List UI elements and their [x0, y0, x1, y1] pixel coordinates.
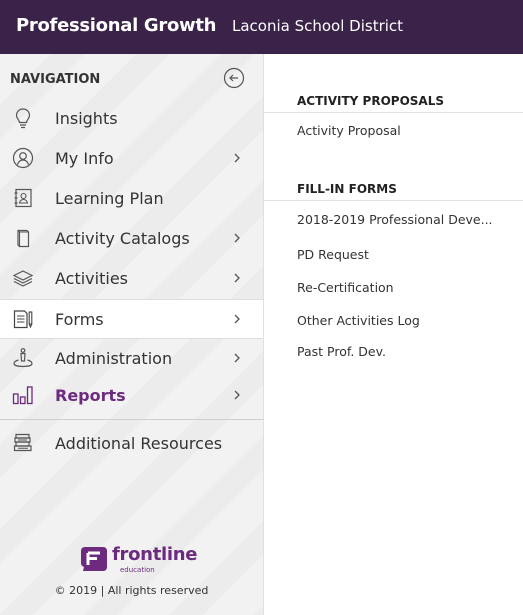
sidebar-item-administration[interactable]: Administration — [0, 339, 263, 379]
chevron-right-icon — [234, 390, 240, 400]
chevron-right-icon — [234, 153, 240, 163]
chevron-right-icon — [234, 314, 240, 324]
sidebar-item-learning-plan[interactable]: Learning Plan — [0, 179, 263, 219]
frontline-logo: frontline education — [80, 544, 197, 580]
sidebar-item-insights[interactable]: Insights — [0, 99, 263, 139]
district-name: Laconia School District — [232, 17, 404, 35]
link-pd-request[interactable]: PD Request — [297, 247, 369, 262]
layers-icon — [12, 270, 34, 287]
link-past-prof-dev[interactable]: Past Prof. Dev. — [297, 344, 386, 359]
sidebar-divider — [0, 419, 263, 420]
bar-chart-icon — [12, 386, 33, 405]
app-title[interactable]: Professional Growth — [16, 15, 217, 36]
sidebar-item-label: Insights — [55, 109, 118, 128]
sidebar-item-label: Reports — [55, 386, 126, 405]
main-panel: ACTIVITY PROPOSALS Activity Proposal FIL… — [264, 54, 523, 615]
collapse-icon[interactable] — [223, 67, 245, 89]
sidebar-item-label: Activity Catalogs — [55, 229, 190, 248]
sidebar-item-activities[interactable]: Activities — [0, 259, 263, 299]
administration-icon — [13, 348, 33, 368]
chevron-right-icon — [234, 273, 240, 283]
section-heading-fill-in-forms: FILL-IN FORMS — [297, 182, 397, 196]
address-book-icon — [14, 188, 32, 208]
sidebar-item-label: Activities — [55, 269, 128, 288]
section-divider — [264, 112, 523, 113]
sidebar-item-label: Forms — [55, 310, 104, 329]
link-professional-development-form[interactable]: 2018-2019 Professional Deve... — [297, 212, 493, 227]
sidebar-item-label: Learning Plan — [55, 189, 164, 208]
sidebar-item-reports[interactable]: Reports — [0, 376, 263, 416]
sidebar-item-forms[interactable]: Forms — [0, 299, 263, 339]
nav-header: NAVIGATION — [10, 72, 101, 87]
top-bar: Professional Growth Laconia School Distr… — [0, 0, 523, 54]
sidebar-item-my-info[interactable]: My Info — [0, 139, 263, 179]
copyright-text: © 2019 | All rights reserved — [54, 584, 209, 597]
sidebar: NAVIGATION Insights My Info Learning Pla… — [0, 54, 264, 615]
logo-text: frontline — [112, 544, 198, 565]
sidebar-item-label: Additional Resources — [55, 434, 223, 453]
sidebar-item-label: Administration — [55, 349, 173, 368]
lightbulb-icon — [15, 108, 31, 129]
section-heading-activity-proposals: ACTIVITY PROPOSALS — [297, 94, 444, 108]
link-other-activities-log[interactable]: Other Activities Log — [297, 313, 420, 328]
frontline-logo-icon — [81, 547, 107, 571]
sidebar-item-label: My Info — [55, 149, 114, 168]
sidebar-item-activity-catalogs[interactable]: Activity Catalogs — [0, 219, 263, 259]
sidebar-item-additional-resources[interactable]: Additional Resources — [0, 424, 263, 464]
link-activity-proposal[interactable]: Activity Proposal — [297, 123, 401, 138]
logo-subtext: education — [120, 566, 155, 574]
form-icon — [13, 310, 33, 329]
chevron-right-icon — [234, 353, 240, 363]
section-divider — [264, 200, 523, 201]
link-re-certification[interactable]: Re-Certification — [297, 280, 394, 295]
catalog-icon — [17, 229, 30, 248]
chevron-right-icon — [234, 233, 240, 243]
books-icon — [13, 433, 32, 452]
user-circle-icon — [12, 147, 34, 169]
